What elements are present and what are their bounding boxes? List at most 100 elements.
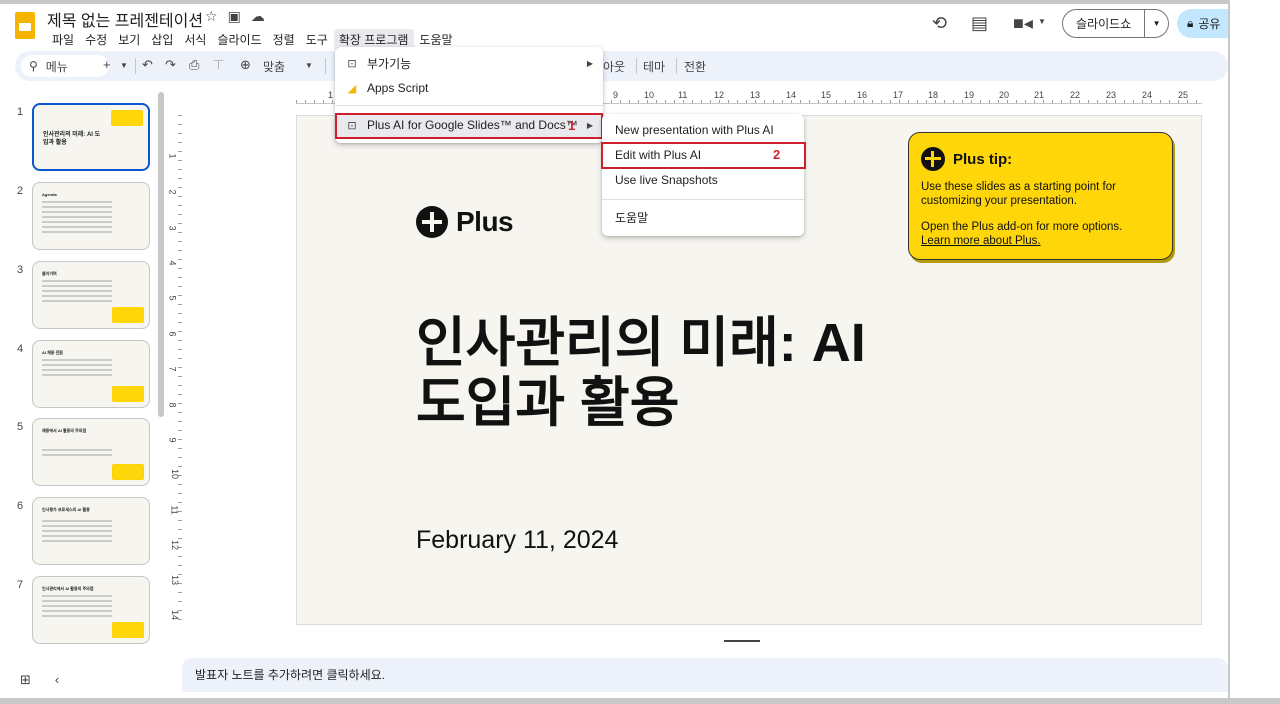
star-icon[interactable]: ☆ bbox=[205, 8, 218, 25]
thumbnail-title: 인사관리의 미래: AI 도입과 활용 bbox=[43, 132, 101, 146]
plus-logo: Plus bbox=[416, 206, 514, 238]
vertical-ruler[interactable]: 1 2 3 4 5 6 7 8 9 10 11 12 13 14 bbox=[167, 115, 184, 625]
window-border bbox=[1228, 0, 1280, 704]
thumbnail-tip bbox=[112, 464, 144, 480]
slide-number: 2 bbox=[17, 185, 24, 197]
zoom-icon[interactable]: ⊕ bbox=[240, 57, 251, 73]
thumbnail-tip bbox=[111, 110, 143, 126]
tip-text: Use these slides as a starting point for… bbox=[921, 181, 1116, 207]
cloud-status-icon[interactable]: ☁ bbox=[251, 8, 265, 25]
slide-thumbnail[interactable]: Agenda bbox=[32, 182, 150, 250]
undo-icon[interactable]: ↶ bbox=[142, 57, 153, 73]
zoom-select[interactable]: 맞춤 bbox=[263, 58, 285, 75]
highlight-box-step-1 bbox=[335, 113, 603, 139]
redo-icon[interactable]: ↷ bbox=[165, 57, 176, 73]
transition-button[interactable]: 전환 bbox=[684, 58, 706, 75]
menu-file[interactable]: 파일 bbox=[47, 29, 80, 50]
zoom-dropdown-icon[interactable]: ▼ bbox=[305, 61, 313, 70]
menu-item-label: 부가기능 bbox=[367, 56, 412, 71]
ruler-tick: 1 bbox=[328, 90, 334, 100]
theme-button[interactable]: 테마 bbox=[643, 58, 665, 75]
thumbnail-lines bbox=[42, 201, 112, 236]
slide-thumbnail[interactable]: 인사관리에서 AI 활용의 주의점 bbox=[32, 576, 150, 644]
menu-tools[interactable]: 도구 bbox=[301, 29, 334, 50]
menu-format[interactable]: 서식 bbox=[179, 29, 212, 50]
menu-item-live-snapshots[interactable]: Use live Snapshots bbox=[602, 168, 804, 192]
move-folder-icon[interactable]: ▣ bbox=[228, 8, 241, 25]
menu-item-help[interactable]: 도움말 bbox=[602, 205, 804, 229]
ruler-tick: 2 bbox=[167, 189, 178, 195]
ruler-tick: 21 bbox=[1034, 90, 1045, 100]
bottom-controls: ⊞ ‹ bbox=[20, 672, 59, 688]
menu-item-addons[interactable]: ⊡ 부가기능 ▶ bbox=[335, 51, 603, 75]
menu-divider bbox=[335, 105, 603, 106]
ruler-tick: 14 bbox=[170, 609, 181, 621]
ruler-tick: 14 bbox=[786, 90, 797, 100]
slide-thumbnail[interactable]: 들어가며 bbox=[32, 261, 150, 329]
ruler-tick: 10 bbox=[644, 90, 655, 100]
print-icon[interactable]: ⎙ bbox=[189, 57, 199, 73]
meet-icon[interactable]: ■◂ bbox=[1013, 13, 1033, 34]
slide-number: 5 bbox=[17, 421, 24, 433]
learn-more-link[interactable]: Learn more about Plus. bbox=[921, 235, 1041, 247]
menu-arrange[interactable]: 정렬 bbox=[268, 29, 301, 50]
notes-resize-handle[interactable] bbox=[724, 640, 760, 642]
menu-item-label: 도움말 bbox=[615, 210, 649, 225]
ruler-tick: 23 bbox=[1106, 90, 1117, 100]
ruler-tick: 4 bbox=[167, 260, 178, 266]
chevron-down-icon[interactable]: ▼ bbox=[1038, 17, 1046, 26]
comment-icon[interactable]: ▤ bbox=[971, 13, 988, 34]
thumbnail-title: AI 채용 전환 bbox=[42, 350, 63, 355]
lock-icon: 🔒︎ bbox=[1187, 16, 1194, 30]
menu-item-apps-script[interactable]: ◢ Apps Script bbox=[335, 76, 603, 100]
ruler-tick: 6 bbox=[167, 331, 178, 337]
thumbnail-title: 채용에서 AI 활용의 주의점 bbox=[42, 428, 87, 433]
thumbnail-lines bbox=[42, 280, 112, 305]
slide-number: 3 bbox=[17, 264, 24, 276]
slides-logo-icon[interactable] bbox=[15, 12, 35, 39]
slide-date[interactable]: February 11, 2024 bbox=[416, 526, 618, 555]
new-slide-dropdown-icon[interactable]: ▼ bbox=[120, 61, 128, 70]
layout-button[interactable]: 아웃 bbox=[603, 58, 625, 75]
window-border bbox=[0, 698, 1280, 704]
ruler-tick: 5 bbox=[167, 295, 178, 301]
tip-text-line: Open the Plus add-on for more options. bbox=[921, 221, 1123, 233]
menu-search[interactable]: ⚲ 메뉴 bbox=[21, 55, 109, 77]
tip-heading-text: Plus tip: bbox=[953, 150, 1013, 168]
menu-item-new-presentation[interactable]: New presentation with Plus AI bbox=[602, 118, 804, 142]
slide-thumbnail[interactable]: 인사평가 프로세스의 AI 활용 bbox=[32, 497, 150, 565]
collapse-panel-icon[interactable]: ‹ bbox=[55, 672, 59, 688]
menu-insert[interactable]: 삽입 bbox=[146, 29, 179, 50]
slide-thumbnail[interactable]: 채용에서 AI 활용의 주의점 bbox=[32, 418, 150, 486]
history-icon[interactable]: ⟲ bbox=[932, 13, 947, 34]
new-slide-icon[interactable]: + bbox=[103, 57, 111, 72]
speaker-notes[interactable]: 발표자 노트를 추가하려면 클릭하세요. bbox=[182, 658, 1228, 692]
thumbnail-title: 들어가며 bbox=[42, 271, 57, 276]
menu-edit[interactable]: 수정 bbox=[80, 29, 113, 50]
slide-number: 1 bbox=[17, 106, 24, 118]
ruler-tick: 24 bbox=[1142, 90, 1153, 100]
menu-view[interactable]: 보기 bbox=[113, 29, 146, 50]
thumbnail-tip bbox=[112, 386, 144, 402]
slide-title[interactable]: 인사관리의 미래: AI 도입과 활용 bbox=[416, 313, 896, 433]
grid-view-icon[interactable]: ⊞ bbox=[20, 672, 31, 688]
filmstrip-scrollbar[interactable] bbox=[158, 92, 164, 417]
menu-slide[interactable]: 슬라이드 bbox=[212, 29, 267, 50]
menu-item-label: New presentation with Plus AI bbox=[615, 123, 774, 137]
ruler-tick: 9 bbox=[613, 90, 619, 100]
paint-format-icon[interactable]: ⊤ bbox=[213, 57, 224, 73]
thumbnail-lines bbox=[42, 520, 112, 545]
slideshow-button[interactable]: 슬라이드쇼 ▼ bbox=[1062, 9, 1169, 38]
ruler-tick: 1 bbox=[167, 153, 178, 159]
search-icon: ⚲ bbox=[29, 59, 38, 73]
thumbnail-lines bbox=[42, 359, 112, 379]
addon-icon: ⊡ bbox=[347, 57, 357, 70]
menu-search-label: 메뉴 bbox=[45, 59, 68, 74]
ruler-tick: 3 bbox=[167, 225, 178, 231]
slide-thumbnail[interactable]: 인사관리의 미래: AI 도입과 활용 bbox=[32, 103, 150, 171]
slideshow-dropdown-icon[interactable]: ▼ bbox=[1144, 10, 1168, 37]
plus-tip-box[interactable]: Plus tip: Use these slides as a starting… bbox=[908, 132, 1173, 260]
slide-thumbnail[interactable]: AI 채용 전환 bbox=[32, 340, 150, 408]
thumbnail-title: 인사관리에서 AI 활용의 주의점 bbox=[42, 586, 94, 591]
document-title[interactable]: 제목 없는 프레젠테이션 bbox=[47, 7, 203, 31]
